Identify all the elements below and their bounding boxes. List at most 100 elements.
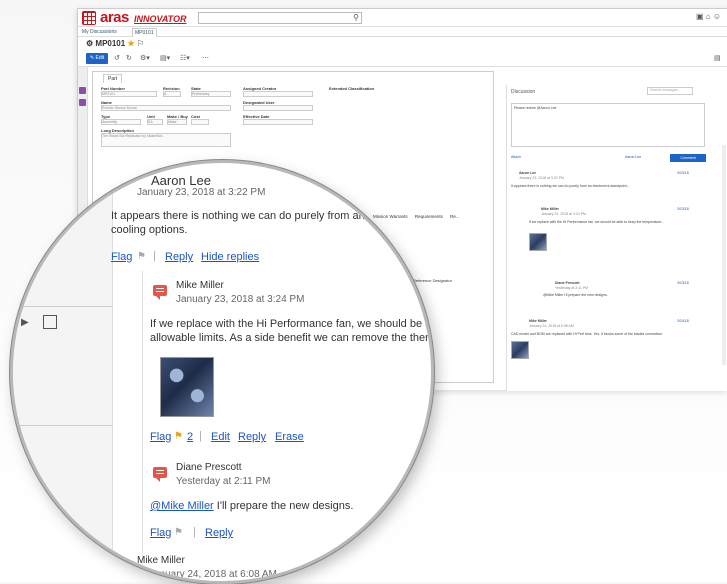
assigned-creator-field[interactable] xyxy=(243,91,313,97)
item-toolbar: ✎ Edit ↺ ↻ ⚙▾ ▤▾ ☷▾ ⋯ ▤ xyxy=(78,51,727,67)
magnified-discussion: ▶ Aaron Lee January 23, 2018 at 3:22 PM … xyxy=(13,163,434,581)
mini-comment-time: 3/23/18 xyxy=(677,207,689,211)
comment-author: Aaron Lee xyxy=(151,173,211,188)
mini-comment-author: Mike Miller xyxy=(541,207,559,211)
mini-comment-time: 3/23/18 xyxy=(677,171,689,175)
flag-icon[interactable]: ⚑ xyxy=(137,251,146,262)
comment-author: Diane Prescott xyxy=(176,462,242,473)
tab-part[interactable]: Part xyxy=(103,74,123,83)
separator: | xyxy=(153,250,156,262)
comment-button[interactable]: Comment xyxy=(670,154,706,162)
comment-date: Yesterday at 2:11 PM xyxy=(176,476,271,487)
mini-comment-text: If we replace with the Hi Performance fa… xyxy=(529,220,665,224)
mini-comment-date: January 23, 2018 at 3:22 PM xyxy=(519,176,564,180)
comment-text: It appears there is nothing we can do pu… xyxy=(111,210,365,222)
tab-more[interactable]: Re... xyxy=(450,214,460,219)
attach-link[interactable]: Attach xyxy=(511,155,521,159)
divider xyxy=(13,425,113,426)
comment-text-rest: I'll prepare the new designs. xyxy=(213,500,354,512)
chat-bubble-icon xyxy=(153,285,167,300)
type-select[interactable]: Assembly xyxy=(101,119,141,125)
erase-link[interactable]: Erase xyxy=(275,431,304,443)
flag-link[interactable]: Flag xyxy=(150,527,171,539)
discussion-compose-box[interactable]: Please review @Aaron Lee xyxy=(511,103,705,147)
hide-replies-link[interactable]: Hide replies xyxy=(201,251,259,263)
expand-arrow-icon[interactable]: ▶ xyxy=(21,317,29,328)
mention-link[interactable]: @Mike Miller xyxy=(150,500,214,512)
redo-icon[interactable]: ↻ xyxy=(126,54,132,62)
mini-comment-author: Mike Miller xyxy=(529,319,547,323)
effective-date-field[interactable] xyxy=(243,119,313,125)
comment-text: If we replace with the Hi Performance fa… xyxy=(150,318,434,330)
attachment-thumbnail[interactable] xyxy=(511,341,529,359)
comment-text: cooling options. xyxy=(111,224,188,236)
flag-outline-icon[interactable]: ⚐ xyxy=(137,39,144,48)
mini-comment-date: Yesterday at 2:11 PM xyxy=(555,286,589,290)
mini-comment-text: It appears there is nothing we can do pu… xyxy=(511,184,630,188)
mini-comment-author: Aaron Lee xyxy=(519,171,537,175)
discussion-panel: Discussion Search messages... Please rev… xyxy=(506,85,727,391)
magnifier-lens: ▶ Aaron Lee January 23, 2018 at 3:22 PM … xyxy=(10,160,434,584)
reply-link[interactable]: Reply xyxy=(165,251,193,263)
revision-field[interactable]: A xyxy=(163,91,181,97)
tools-icon[interactable]: ⚙▾ xyxy=(140,54,150,62)
rail-item-icon[interactable] xyxy=(79,99,86,106)
item-title-text: MP0101 xyxy=(95,39,126,48)
discussion-scrollbar[interactable] xyxy=(722,145,726,365)
mini-comment-text: CAD model and BOM are replaced with Hi P… xyxy=(511,332,664,336)
comment-author: Mike Miller xyxy=(176,280,224,291)
flag-icon[interactable]: ⚑ xyxy=(174,431,183,442)
item-title: ⚙ MP0101 ★ ⚐ xyxy=(86,39,145,48)
favorite-star-icon[interactable]: ★ xyxy=(127,39,134,48)
cost-field[interactable] xyxy=(191,119,209,125)
attachment-thumbnail[interactable] xyxy=(529,233,547,251)
edit-button-label: Edit xyxy=(95,55,105,61)
top-bar: aras INNOVATOR ⚲ ▣ ⌂ ☺ xyxy=(78,9,727,27)
tab-mp0101[interactable]: MP0101 xyxy=(132,28,157,37)
edit-link[interactable]: Edit xyxy=(211,431,230,443)
flag-icon[interactable]: ⚑ xyxy=(174,527,183,538)
mini-comment-text: @Mike Miller I'll prepare the new design… xyxy=(543,293,608,297)
rail-item-icon[interactable] xyxy=(79,87,86,94)
undo-icon[interactable]: ↺ xyxy=(114,54,120,62)
state-field: Preliminary xyxy=(191,91,231,97)
panel-toggle-icon[interactable]: ▤ xyxy=(714,54,721,62)
document-icon[interactable]: ▤▾ xyxy=(160,54,170,62)
comment-date: January 24, 2018 at 6:08 AM xyxy=(149,569,277,580)
post-as-user[interactable]: Aaron Lee xyxy=(625,155,641,159)
extended-classification-label: Extended Classification xyxy=(329,86,375,91)
comment-date: January 23, 2018 at 3:22 PM xyxy=(137,187,266,198)
brand-subtitle: INNOVATOR xyxy=(134,14,187,24)
chat-bubble-icon xyxy=(153,467,167,482)
tab-my-discussions[interactable]: My Discussions xyxy=(80,28,119,36)
reply-link[interactable]: Reply xyxy=(238,431,266,443)
name-field[interactable]: Robotic Sensor Mount xyxy=(101,105,231,111)
share-icon[interactable]: ☷▾ xyxy=(180,54,190,62)
designated-user-field[interactable] xyxy=(243,105,313,111)
more-icon[interactable]: ⋯ xyxy=(202,54,209,62)
make-buy-select[interactable]: Make xyxy=(167,119,187,125)
search-icon[interactable]: ⚲ xyxy=(353,13,359,22)
tab-strip: My Discussions MP0101 xyxy=(78,27,727,37)
edit-button[interactable]: ✎ Edit xyxy=(86,53,108,64)
thread-line xyxy=(142,271,143,581)
unit-select[interactable]: EA xyxy=(147,119,163,125)
flag-link[interactable]: Flag xyxy=(111,251,132,263)
long-description-field[interactable]: The Robot Bot Replicator by MakerBot... xyxy=(101,133,231,147)
mini-comment-author: Diane Prescott xyxy=(555,281,580,285)
attachment-image[interactable] xyxy=(160,357,214,417)
reply-link[interactable]: Reply xyxy=(205,527,233,539)
mini-comment-date: January 24, 2018 at 6:08 AM xyxy=(529,324,574,328)
mini-comment-time: 3/24/18 xyxy=(677,319,689,323)
discussion-search-input[interactable]: Search messages... xyxy=(647,87,693,95)
flag-link[interactable]: Flag xyxy=(150,431,171,443)
maximize-icon[interactable] xyxy=(43,315,57,329)
flag-count[interactable]: 2 xyxy=(187,431,193,443)
top-right-icons[interactable]: ▣ ⌂ ☺ xyxy=(696,12,721,21)
mini-comment-date: January 23, 2018 at 3:24 PM xyxy=(541,212,586,216)
global-search-input[interactable]: ⚲ xyxy=(198,12,362,24)
app-menu-icon[interactable] xyxy=(82,11,96,25)
part-number-field[interactable]: MP0101 xyxy=(101,91,157,97)
magnified-left-panel xyxy=(13,163,113,581)
comment-date: January 23, 2018 at 3:24 PM xyxy=(176,294,305,305)
